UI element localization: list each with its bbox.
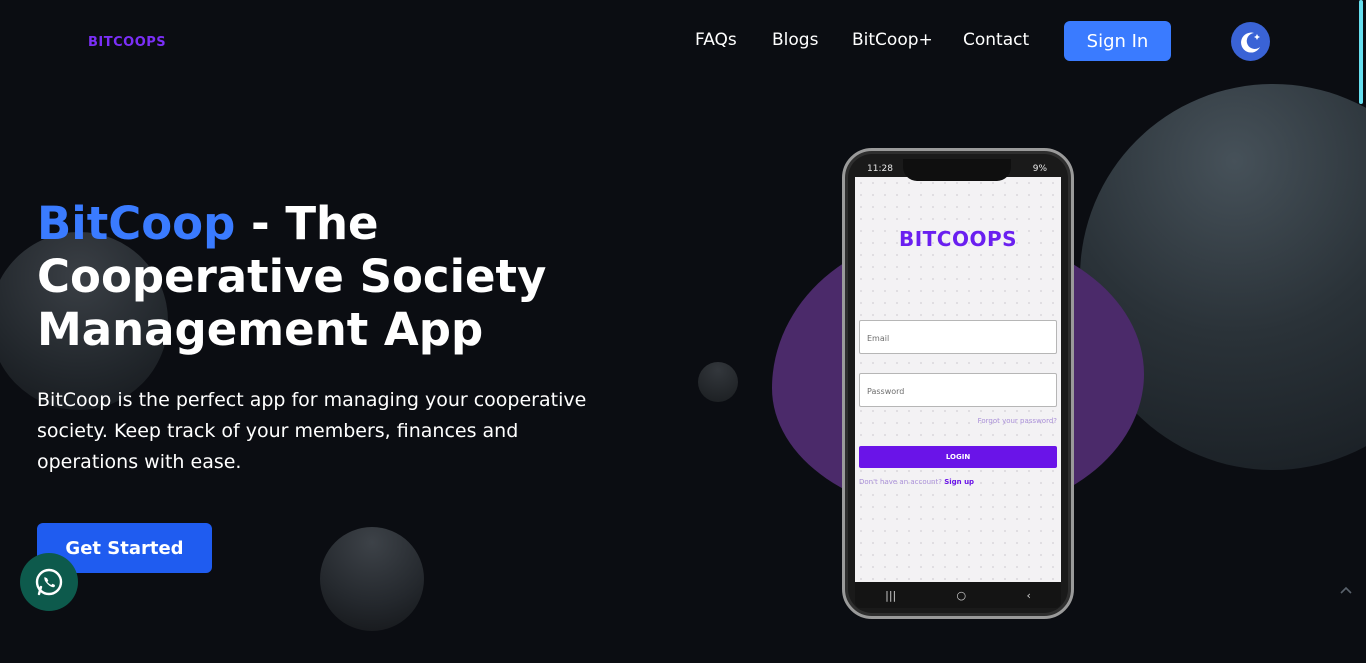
nav-link-faqs[interactable]: FAQs — [695, 30, 737, 54]
phone-password-field: Password — [859, 373, 1057, 407]
sign-in-button[interactable]: Sign In — [1064, 21, 1171, 61]
phone-signup-line: Don't have an account? Sign up — [859, 478, 974, 486]
nav-link-contact[interactable]: Contact — [963, 30, 1029, 54]
scroll-to-top-button[interactable] — [1338, 582, 1354, 598]
phone-status-time: 11:28 — [867, 164, 893, 174]
moon-icon — [1240, 32, 1260, 53]
phone-email-field: Email — [859, 320, 1057, 354]
landing-page: BITCOOPS FAQs Blogs BitCoop+ Contact Sig… — [0, 0, 1366, 663]
hero-description: BitCoop is the perfect app for managing … — [37, 389, 587, 473]
phone-signup-link: Sign up — [944, 478, 975, 486]
nav-link-blogs[interactable]: Blogs — [772, 30, 818, 54]
whatsapp-button[interactable] — [20, 553, 78, 611]
phone-forgot-password-link: Forgot your password? — [977, 417, 1057, 425]
chevron-up-icon — [1340, 586, 1352, 594]
whatsapp-icon — [35, 568, 63, 596]
phone-recents-icon: ||| — [885, 588, 897, 602]
hero-title-accent: BitCoop — [37, 197, 236, 250]
phone-app-logo: BITCOOPS — [898, 227, 1018, 251]
scrollbar-thumb[interactable] — [1359, 0, 1363, 104]
nav-link-bitcoop-plus[interactable]: BitCoop+ — [852, 30, 933, 54]
phone-back-icon: ‹ — [1026, 588, 1031, 602]
phone-home-icon: ○ — [956, 588, 967, 602]
decorative-circle-small — [698, 362, 738, 402]
phone-signup-prompt: Don't have an account? — [859, 478, 942, 486]
phone-login-button: LOGIN — [859, 446, 1057, 468]
phone-navigation-bar: ||| ○ ‹ — [855, 582, 1061, 608]
decorative-circle-bottom — [320, 527, 424, 631]
phone-mockup: BITCOOPS Email Password Forgot your pass… — [842, 148, 1074, 619]
theme-toggle-button[interactable] — [1231, 22, 1270, 61]
phone-status-battery: 9% — [1032, 164, 1047, 174]
phone-screen: BITCOOPS Email Password Forgot your pass… — [855, 177, 1061, 582]
site-logo[interactable]: BITCOOPS — [88, 35, 166, 50]
phone-status-bar: 11:28 9% — [855, 161, 1061, 177]
hero-title: BitCoop - The Cooperative Society Manage… — [37, 197, 597, 356]
